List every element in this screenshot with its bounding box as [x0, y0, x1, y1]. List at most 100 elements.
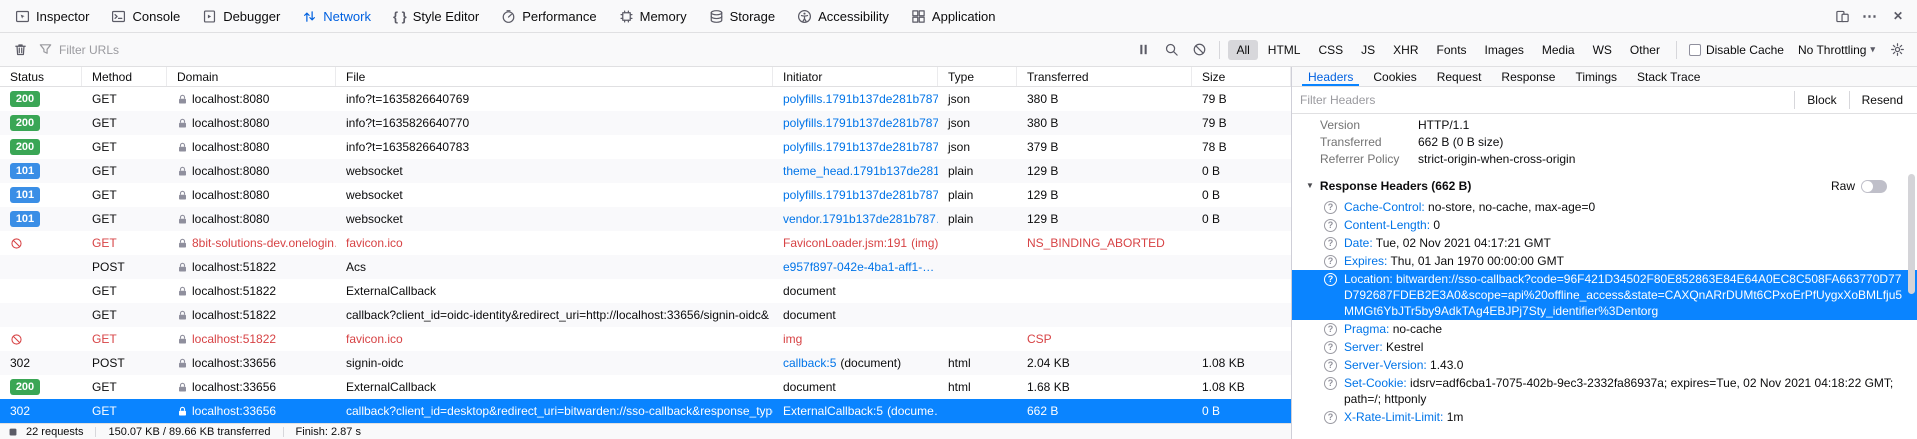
help-icon[interactable]: ?: [1324, 219, 1337, 232]
initiator-link[interactable]: callback:5: [783, 356, 836, 370]
help-icon[interactable]: ?: [1324, 255, 1337, 268]
filter-headers-input[interactable]: [1300, 93, 1788, 107]
column-header-domain[interactable]: Domain: [167, 67, 336, 86]
network-request-row[interactable]: GETlocalhost:51822ExternalCallbackdocume…: [0, 279, 1291, 303]
header-row[interactable]: ?Location: bitwarden://sso-callback?code…: [1292, 270, 1917, 320]
header-row[interactable]: ?Server-Version: 1.43.0: [1292, 356, 1917, 374]
network-request-row[interactable]: 200GETlocalhost:33656ExternalCallbackdoc…: [0, 375, 1291, 399]
block-button[interactable]: Block: [1801, 91, 1842, 109]
network-request-row[interactable]: POSTlocalhost:51822Acse957f897-042e-4ba1…: [0, 255, 1291, 279]
initiator-link[interactable]: polyfills.1791b137de281b787…: [783, 92, 938, 106]
tab-console[interactable]: Console: [100, 0, 191, 32]
scrollbar-thumb[interactable]: [1908, 174, 1915, 294]
help-icon[interactable]: ?: [1324, 377, 1337, 390]
help-icon[interactable]: ?: [1324, 237, 1337, 250]
header-row[interactable]: ?Server: Kestrel: [1292, 338, 1917, 356]
filter-urls-input[interactable]: [59, 43, 1127, 57]
type-filter-fonts[interactable]: Fonts: [1429, 40, 1475, 60]
initiator-link[interactable]: e957f897-042e-4ba1-aff1-…: [783, 260, 934, 274]
column-header-initiator[interactable]: Initiator: [773, 67, 938, 86]
column-header-transferred[interactable]: Transferred: [1017, 67, 1192, 86]
detail-tab-headers[interactable]: Headers: [1298, 67, 1363, 86]
throttling-dropdown[interactable]: No Throttling ▾: [1792, 43, 1881, 57]
clear-requests-button[interactable]: [8, 38, 32, 62]
help-icon[interactable]: ?: [1324, 323, 1337, 336]
column-header-size[interactable]: Size: [1192, 67, 1291, 86]
type-filter-ws[interactable]: WS: [1585, 40, 1620, 60]
tab-application[interactable]: Application: [900, 0, 1007, 32]
column-header-status[interactable]: Status: [0, 67, 82, 86]
initiator-link[interactable]: polyfills.1791b137de281b787…: [783, 188, 938, 202]
tab-storage[interactable]: Storage: [698, 0, 787, 32]
initiator-link[interactable]: theme_head.1791b137de281…: [783, 164, 938, 178]
responsive-design-mode-button[interactable]: [1829, 4, 1855, 28]
network-request-row[interactable]: 101GETlocalhost:8080websocketpolyfills.1…: [0, 183, 1291, 207]
type-filter-media[interactable]: Media: [1534, 40, 1583, 60]
tab-inspector[interactable]: Inspector: [4, 0, 100, 32]
network-request-row[interactable]: GETlocalhost:51822favicon.icoimgCSP: [0, 327, 1291, 351]
type-filter-all[interactable]: All: [1228, 40, 1257, 60]
raw-toggle[interactable]: [1861, 180, 1887, 193]
disable-cache-checkbox[interactable]: Disable Cache: [1685, 43, 1788, 57]
status-badge: 200: [10, 115, 40, 131]
lock-icon: [177, 142, 188, 153]
tab-memory[interactable]: Memory: [608, 0, 698, 32]
network-request-row[interactable]: 101GETlocalhost:8080websockettheme_head.…: [0, 159, 1291, 183]
header-row[interactable]: ?Cache-Control: no-store, no-cache, max-…: [1292, 198, 1917, 216]
detail-tab-stack-trace[interactable]: Stack Trace: [1627, 67, 1710, 86]
network-request-row[interactable]: 200GETlocalhost:8080info?t=1635826640783…: [0, 135, 1291, 159]
column-header-method[interactable]: Method: [82, 67, 167, 86]
response-headers-section[interactable]: ▼ Response Headers (662 B) Raw: [1292, 174, 1917, 198]
network-request-row[interactable]: 101GETlocalhost:8080websocketvendor.1791…: [0, 207, 1291, 231]
header-row[interactable]: ?Content-Length: 0: [1292, 216, 1917, 234]
finish-time: Finish: 2.87 s: [296, 426, 361, 438]
detail-tab-request[interactable]: Request: [1427, 67, 1492, 86]
tab-performance[interactable]: Performance: [490, 0, 607, 32]
network-settings-button[interactable]: [1885, 38, 1909, 62]
network-request-row[interactable]: 302GETlocalhost:33656callback?client_id=…: [0, 399, 1291, 423]
initiator-link[interactable]: ExternalCallback:5: [783, 404, 883, 418]
size-cell: [1192, 255, 1291, 279]
type-filter-css[interactable]: CSS: [1310, 40, 1351, 60]
column-header-file[interactable]: File: [336, 67, 773, 86]
network-request-row[interactable]: GETlocalhost:51822callback?client_id=oid…: [0, 303, 1291, 327]
tab-network[interactable]: Network: [291, 0, 382, 32]
detail-tab-response[interactable]: Response: [1491, 67, 1565, 86]
header-row[interactable]: ?Date: Tue, 02 Nov 2021 04:17:21 GMT: [1292, 234, 1917, 252]
header-row[interactable]: ?X-Rate-Limit-Limit: 1m: [1292, 408, 1917, 426]
network-request-row[interactable]: 302POSTlocalhost:33656signin-oidccallbac…: [0, 351, 1291, 375]
close-devtools-button[interactable]: ✕: [1885, 4, 1911, 28]
type-filter-js[interactable]: JS: [1353, 40, 1383, 60]
block-requests-button[interactable]: [1187, 38, 1211, 62]
initiator-link[interactable]: FaviconLoader.jsm:191: [783, 236, 907, 250]
type-filter-xhr[interactable]: XHR: [1385, 40, 1426, 60]
type-filter-images[interactable]: Images: [1477, 40, 1532, 60]
network-request-row[interactable]: GET8bit-solutions-dev.onelogin…favicon.i…: [0, 231, 1291, 255]
resend-button[interactable]: Resend: [1856, 91, 1909, 109]
tab-label: Inspector: [36, 9, 89, 24]
initiator-link[interactable]: vendor.1791b137de281b787…: [783, 212, 938, 226]
search-button[interactable]: [1159, 38, 1183, 62]
tab-accessibility[interactable]: Accessibility: [786, 0, 900, 32]
help-icon[interactable]: ?: [1324, 341, 1337, 354]
pause-recording-button[interactable]: [1131, 38, 1155, 62]
header-row[interactable]: ?Expires: Thu, 01 Jan 1970 00:00:00 GMT: [1292, 252, 1917, 270]
network-request-row[interactable]: 200GETlocalhost:8080info?t=1635826640770…: [0, 111, 1291, 135]
initiator-link[interactable]: polyfills.1791b137de281b787…: [783, 116, 938, 130]
tab-debugger[interactable]: Debugger: [191, 0, 291, 32]
devtools-menu-button[interactable]: ⋯: [1857, 4, 1883, 28]
tab-style-editor[interactable]: { }Style Editor: [382, 0, 490, 32]
initiator-link[interactable]: polyfills.1791b137de281b787…: [783, 140, 938, 154]
help-icon[interactable]: ?: [1324, 411, 1337, 424]
help-icon[interactable]: ?: [1324, 273, 1337, 286]
detail-tab-cookies[interactable]: Cookies: [1363, 67, 1426, 86]
header-row[interactable]: ?Set-Cookie: idsrv=adf6cba1-7075-402b-9e…: [1292, 374, 1917, 408]
detail-tab-timings[interactable]: Timings: [1565, 67, 1627, 86]
column-header-type[interactable]: Type: [938, 67, 1017, 86]
type-filter-html[interactable]: HTML: [1260, 40, 1309, 60]
type-filter-other[interactable]: Other: [1622, 40, 1668, 60]
network-request-row[interactable]: 200GETlocalhost:8080info?t=1635826640769…: [0, 87, 1291, 111]
help-icon[interactable]: ?: [1324, 201, 1337, 214]
header-row[interactable]: ?Pragma: no-cache: [1292, 320, 1917, 338]
help-icon[interactable]: ?: [1324, 359, 1337, 372]
